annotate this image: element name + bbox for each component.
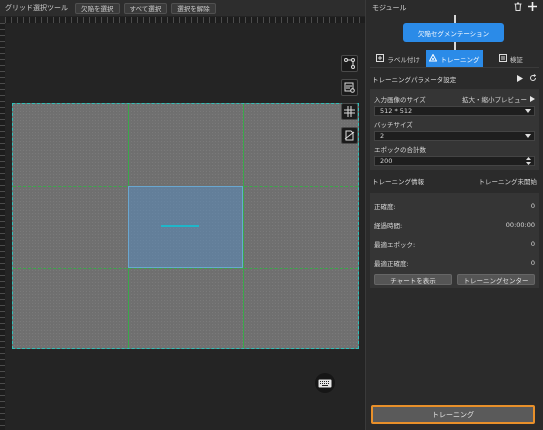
- play-icon[interactable]: [517, 74, 523, 84]
- trash-icon[interactable]: [514, 2, 522, 13]
- training-params: 入力画像のサイズ 拡大・縮小プレビュー 512 * 512 バッチサイズ 2 エ…: [370, 89, 539, 170]
- verify-icon: [498, 53, 507, 64]
- grid-view-icon[interactable]: [341, 103, 358, 120]
- info-row-best-epoch: 最適エポック: 0: [374, 234, 535, 253]
- info-label: 最適エポック:: [374, 240, 416, 249]
- show-chart-button[interactable]: チャートを表示: [374, 274, 452, 285]
- panel-title: モジュール: [372, 3, 407, 12]
- info-label: 正確度:: [374, 202, 396, 211]
- defect-mark: [161, 225, 199, 227]
- selected-grid-cell[interactable]: [128, 186, 243, 268]
- info-label: 最適正確度:: [374, 259, 409, 268]
- info-row-accuracy: 正確度: 0: [374, 196, 535, 215]
- input-size-row: 入力画像のサイズ 拡大・縮小プレビュー: [374, 94, 535, 104]
- inspection-image[interactable]: [12, 103, 359, 349]
- tab-labeling-label: ラベル付け: [387, 55, 420, 64]
- input-size-label: 入力画像のサイズ: [374, 96, 426, 104]
- training-status: トレーニング未開始: [478, 178, 538, 186]
- module-pipeline: 欠陥セグメンテーション: [366, 15, 543, 50]
- tab-training-label: トレーニング: [440, 55, 480, 64]
- epoch-value: 200: [380, 157, 393, 165]
- info-value: 0: [530, 258, 535, 267]
- grid-select-toolbar: グリッド選択ツール 欠陥を選択 すべて選択 選択を解除: [0, 0, 365, 16]
- epoch-stepper[interactable]: 200: [374, 156, 535, 166]
- grid-line: [243, 104, 244, 348]
- tab-labeling[interactable]: ラベル付け: [370, 50, 426, 67]
- document-view-icon[interactable]: [341, 127, 358, 144]
- params-title: トレーニングパラメータ設定: [372, 76, 457, 84]
- deselect-button[interactable]: 選択を解除: [171, 2, 216, 14]
- preview-toggle[interactable]: 拡大・縮小プレビュー: [462, 94, 535, 104]
- tab-training[interactable]: トレーニング: [426, 50, 483, 67]
- input-size-value: 512 * 512: [380, 107, 413, 115]
- epoch-label: エポックの合計数: [374, 146, 426, 154]
- input-size-select[interactable]: 512 * 512: [374, 106, 535, 116]
- play-icon: [530, 96, 535, 102]
- batch-size-value: 2: [380, 132, 385, 140]
- canvas-area: グリッド選択ツール 欠陥を選択 すべて選択 選択を解除: [0, 0, 365, 430]
- tab-verify-label: 検証: [509, 55, 523, 64]
- info-value: 0: [530, 201, 535, 210]
- reset-icon[interactable]: [529, 74, 537, 84]
- node-path-icon[interactable]: [341, 55, 358, 72]
- params-header: トレーニングパラメータ設定: [370, 71, 539, 87]
- add-icon[interactable]: [528, 2, 537, 13]
- tab-verify[interactable]: 検証: [483, 50, 539, 67]
- panel-header: モジュール: [366, 0, 543, 15]
- info-buttons: チャートを表示 トレーニングセンター: [374, 274, 535, 285]
- info-title: トレーニング情報: [372, 178, 424, 186]
- batch-size-label: バッチサイズ: [374, 121, 413, 129]
- keyboard-icon[interactable]: [315, 373, 335, 393]
- image-view-icon[interactable]: [341, 79, 358, 96]
- defect-segmentation-module[interactable]: 欠陥セグメンテーション: [403, 23, 504, 42]
- chevron-down-icon: [525, 109, 531, 113]
- view-tools: [341, 55, 359, 151]
- preview-label: 拡大・縮小プレビュー: [462, 96, 527, 104]
- toolbar-title: グリッド選択ツール: [5, 4, 68, 12]
- module-panel: モジュール 欠陥セグメンテーション ラベル付け トレーニング 検証 トレーニング…: [365, 0, 543, 430]
- grid-line: [13, 268, 358, 269]
- stepper-arrows-icon[interactable]: [526, 157, 531, 165]
- info-value: 00:00:00: [505, 220, 535, 229]
- info-label: 経過時間:: [374, 221, 403, 230]
- info-row-elapsed: 経過時間: 00:00:00: [374, 215, 535, 234]
- chevron-down-icon: [525, 134, 531, 138]
- info-value: 0: [530, 239, 535, 248]
- info-row-best-accuracy: 最適正確度: 0: [374, 253, 535, 272]
- training-center-button[interactable]: トレーニングセンター: [457, 274, 535, 285]
- training-info: 正確度: 0 経過時間: 00:00:00 最適エポック: 0 最適正確度: 0…: [370, 193, 539, 288]
- module-tabs: ラベル付け トレーニング 検証: [370, 50, 539, 68]
- training-info-header: トレーニング情報 トレーニング未開始: [370, 173, 539, 189]
- select-all-button[interactable]: すべて選択: [123, 2, 168, 14]
- label-icon: [376, 53, 385, 64]
- training-icon: [429, 52, 438, 64]
- train-button[interactable]: トレーニング: [371, 405, 535, 424]
- select-defect-button[interactable]: 欠陥を選択: [75, 2, 120, 14]
- batch-size-select[interactable]: 2: [374, 131, 535, 141]
